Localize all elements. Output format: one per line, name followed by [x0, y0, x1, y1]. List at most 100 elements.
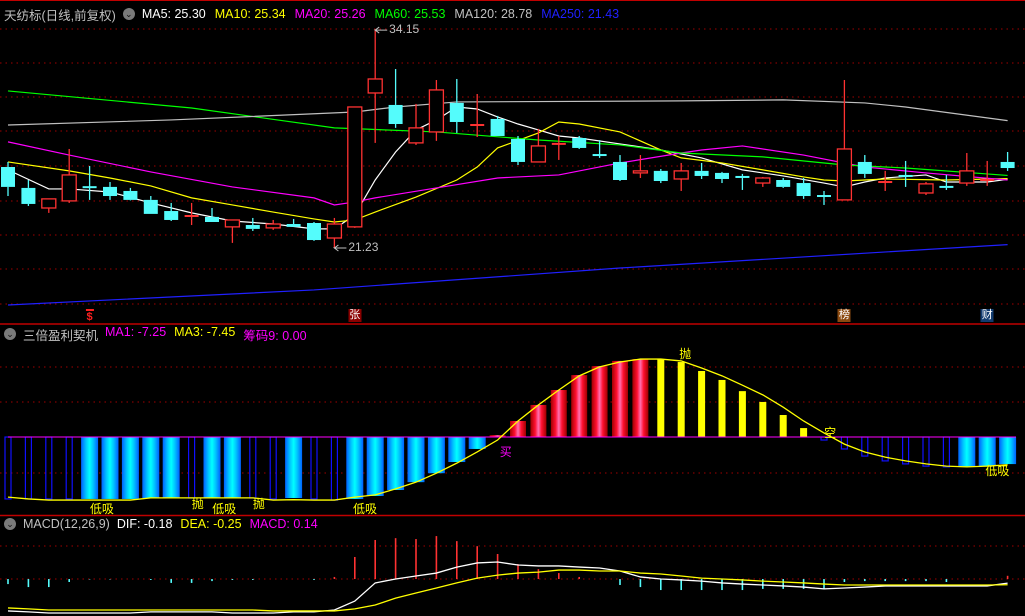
candlestick: [694, 162, 709, 179]
candlestick: [388, 69, 403, 128]
ma10-line: [7, 121, 1008, 223]
price-pointer-icon: [373, 26, 388, 34]
candle-body: [61, 174, 77, 202]
candle-body: [490, 118, 505, 136]
candlestick: [1, 161, 15, 197]
indicator-bar: [142, 437, 160, 499]
candlestick: [796, 177, 811, 199]
ma5-line: [7, 106, 1008, 230]
ma-legend: MA5: 25.30 MA10: 25.34 MA20: 25.26 MA60:…: [142, 7, 619, 21]
indicator-bar: [203, 437, 221, 499]
indicator-bar: [407, 437, 425, 483]
candlestick: [592, 140, 607, 158]
event-marker[interactable]: 财: [980, 309, 994, 322]
indicator-bar: [861, 436, 869, 457]
indicator-bar: [999, 437, 1017, 465]
candlestick: [776, 177, 791, 188]
macd-title: MACD(12,26,9): [23, 517, 110, 531]
candlestick: [613, 155, 627, 182]
candle-body: [224, 219, 241, 228]
candle-body: [836, 148, 853, 201]
candlestick: [367, 30, 383, 143]
candle-body: [307, 223, 321, 241]
candlestick: [286, 218, 301, 227]
chevron-down-icon[interactable]: ⌄: [4, 328, 16, 340]
indicator-bar: [366, 437, 384, 496]
candle-body: [715, 172, 729, 179]
event-marker[interactable]: $: [85, 309, 94, 324]
candlestick: [817, 190, 831, 205]
indicator-bar: [958, 437, 976, 467]
indicator-bar: [677, 362, 685, 438]
candle-body: [735, 175, 750, 178]
indicator-bar: [779, 415, 787, 438]
price-panel-header: 天纺标(日线,前复权) ⌄ MA5: 25.30 MA10: 25.34 MA2…: [4, 6, 619, 23]
indicator-bar: [510, 420, 526, 438]
event-marker[interactable]: 榜: [837, 309, 851, 322]
signal-label: 空: [824, 426, 837, 441]
candlestick: [836, 79, 853, 201]
indicator-bar: [800, 428, 808, 438]
indicator-bar: [223, 437, 241, 499]
indicator-bar: [4, 436, 12, 500]
candle-body: [205, 216, 219, 222]
indicator-bar: [45, 436, 53, 500]
signal-label: 低吸: [352, 501, 378, 516]
candle-body: [959, 170, 975, 184]
ma3-label: MA3: -7.45: [174, 324, 236, 339]
indicator-bar: [657, 359, 665, 438]
ma5-label: MA5: 25.30: [141, 7, 206, 21]
candlestick: [511, 135, 525, 165]
macd-legend: DIF: -0.18 DEA: -0.25 MACD: 0.14: [117, 517, 318, 531]
candlestick: [530, 128, 547, 163]
dif-line: [7, 561, 1008, 614]
indicator-bar: [591, 366, 608, 438]
candlestick: [265, 219, 281, 230]
candlestick: [123, 187, 138, 201]
dea-line: [7, 569, 1008, 612]
candle-body: [1000, 161, 1015, 169]
candlestick: [715, 171, 729, 184]
indicator-bar: [269, 436, 277, 500]
candle-body: [653, 170, 668, 182]
price-pointer-icon: [332, 244, 347, 252]
candle-body: [21, 187, 36, 204]
candle-body: [673, 170, 689, 180]
indicator-bar: [738, 391, 746, 438]
candle-body: [265, 223, 281, 229]
ma10-label: MA10: 25.34: [214, 7, 286, 21]
indicator-bar: [346, 437, 364, 499]
candlestick: [470, 93, 485, 137]
ma60-label: MA60: 25.53: [374, 7, 446, 21]
high-price-label: 34.15: [389, 22, 420, 37]
candle-body: [857, 161, 872, 174]
candlestick: [918, 182, 934, 196]
candle-body: [530, 145, 547, 163]
candlestick: [347, 106, 363, 228]
candle-body: [103, 186, 117, 197]
indicator-bar: [550, 390, 567, 438]
indicator-bar: [759, 401, 767, 438]
candle-body: [408, 127, 424, 144]
event-marker[interactable]: 张: [348, 309, 362, 322]
candle-body: [632, 170, 649, 174]
chevron-down-icon[interactable]: ⌄: [4, 518, 16, 530]
candlestick: [143, 196, 158, 214]
macd-value-label: MACD: 0.14: [249, 517, 318, 531]
candlestick: [224, 219, 241, 243]
candle-body: [143, 199, 158, 214]
indicator-legend: MA1: -7.25 MA3: -7.45 筹码9: 0.00: [105, 325, 307, 344]
candle-body: [123, 190, 138, 200]
ma60-line: [7, 90, 1008, 177]
candle-body: [164, 211, 179, 220]
candlestick: [755, 176, 771, 187]
chevron-down-icon[interactable]: ⌄: [122, 8, 135, 20]
signal-label: 低吸: [985, 463, 1010, 478]
candle-body: [428, 89, 445, 133]
indicator-bar: [24, 436, 32, 500]
ma20-line: [7, 141, 1008, 206]
indicator-bar: [448, 437, 466, 463]
candlestick: [205, 207, 219, 222]
indicator-bar: [188, 436, 196, 499]
candle-body: [796, 183, 811, 197]
